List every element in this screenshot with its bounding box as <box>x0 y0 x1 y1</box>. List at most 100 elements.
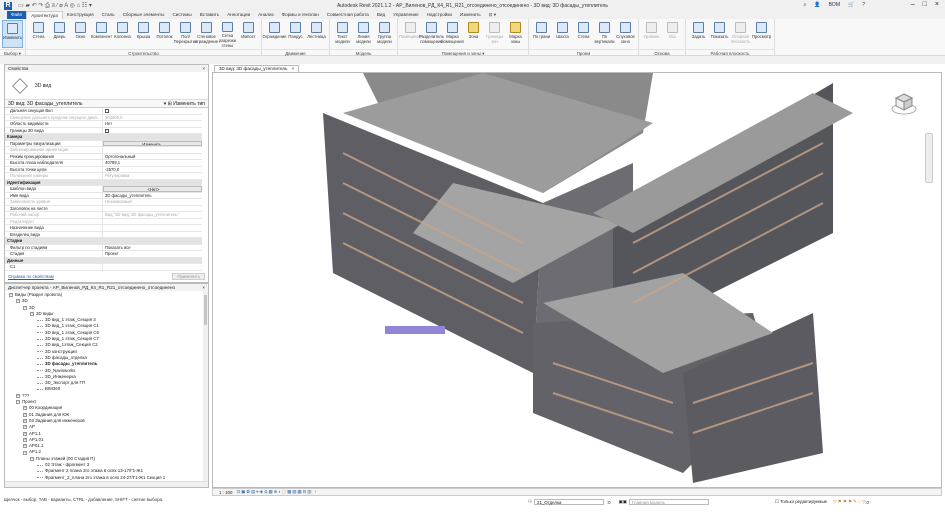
ribbon-button[interactable]: Стеновое ограждение <box>195 20 218 48</box>
tab-6[interactable]: Вставить <box>196 11 223 19</box>
ribbon-button[interactable]: Сетка разрезки стены <box>217 20 238 48</box>
tab-12[interactable]: Управление <box>389 11 423 19</box>
property-value[interactable]: Показать все <box>103 245 202 251</box>
collapse-icon[interactable]: − <box>16 400 20 405</box>
tab-11[interactable]: Вид <box>373 11 389 19</box>
ribbon-button[interactable]: Ограждение <box>263 20 287 48</box>
ribbon-button[interactable]: Опорная плоскость <box>730 20 751 48</box>
expand-icon[interactable]: + <box>23 437 27 442</box>
user-name[interactable]: BOM <box>829 2 840 8</box>
ribbon-button[interactable]: Марка зоны <box>505 20 526 48</box>
ribbon-button[interactable]: Шахта <box>552 20 573 48</box>
minimize-button[interactable]: – <box>911 1 915 8</box>
ribbon-button[interactable]: Линия модели <box>353 20 374 48</box>
ribbon-button[interactable]: Лестница <box>306 20 327 48</box>
ribbon-button[interactable]: Разделитель помещений <box>419 20 444 48</box>
properties-help-link[interactable]: Справка по свойствам <box>8 274 54 279</box>
ribbon-button[interactable]: Помещение <box>399 20 422 48</box>
property-value[interactable]: Независимый <box>103 199 202 205</box>
expand-icon[interactable]: + <box>23 425 27 430</box>
ribbon-button[interactable]: Зона <box>463 20 484 48</box>
expand-icon[interactable]: + <box>23 412 27 417</box>
selection-filter-icons[interactable]: ▽ ⚑ ⚑ ⚑ ✎ ○ ▽ <box>833 499 865 505</box>
property-value[interactable] <box>103 147 202 153</box>
tab-13[interactable]: Надстройки <box>423 11 456 19</box>
expand-icon[interactable]: + <box>23 444 27 449</box>
ribbon-button[interactable]: Пандус <box>285 20 306 48</box>
ribbon-button[interactable]: По грани <box>531 20 552 48</box>
property-value[interactable] <box>103 264 202 270</box>
quick-access-toolbar[interactable]: ▭ ▰ ↶ ↷ ⎙ ≡ ∕ ⌀ A ◎ ⌂ ☷ ▾ <box>18 2 92 10</box>
design-option-select[interactable]: Главная модель <box>628 499 709 505</box>
property-value[interactable]: -2570,0 <box>103 167 202 173</box>
tab-2[interactable]: Конструкция <box>63 11 98 19</box>
ribbon-button[interactable]: Группа модели <box>374 20 395 48</box>
ribbon-button[interactable]: Границы зон <box>484 20 505 48</box>
checkbox[interactable] <box>105 109 109 113</box>
collapse-icon[interactable]: − <box>30 312 34 317</box>
type-selector[interactable]: 3D вид <box>5 72 208 100</box>
ribbon-button[interactable]: Колонна <box>112 20 133 48</box>
tab-8[interactable]: Анализ <box>254 11 278 19</box>
close-button[interactable]: × <box>935 1 939 8</box>
ribbon-button[interactable]: Стена <box>573 20 594 48</box>
ribbon-button[interactable]: Текст модели <box>332 20 353 48</box>
ribbon-button[interactable]: Пол/Перекрытие <box>174 20 197 48</box>
expand-icon[interactable]: + <box>23 431 27 436</box>
ribbon-button[interactable]: Показать <box>709 20 730 48</box>
tab-15[interactable]: ⊡ ▾ <box>485 11 500 19</box>
navigation-bar[interactable] <box>925 133 933 183</box>
tab-4[interactable]: Сборные элементы <box>119 11 169 19</box>
view-scale[interactable]: 1 : 100 <box>219 490 232 495</box>
search-icon[interactable]: ⌕ <box>804 2 807 8</box>
expand-icon[interactable]: + <box>23 419 27 424</box>
property-value[interactable] <box>103 206 202 212</box>
expand-icon[interactable]: + <box>16 393 20 398</box>
ribbon-button[interactable]: По вертикали <box>594 20 615 48</box>
property-value[interactable]: <Нет> <box>103 186 202 192</box>
checkbox[interactable] <box>105 128 109 133</box>
collapse-icon[interactable]: − <box>23 305 27 310</box>
tab-10[interactable]: Совместная работа <box>323 11 373 19</box>
property-value[interactable]: Изменить... <box>103 140 202 146</box>
tab-14[interactable]: Изменить <box>456 11 485 19</box>
cart-icon[interactable]: 🛒 <box>848 2 854 8</box>
3d-viewport[interactable] <box>212 72 942 488</box>
ribbon-button[interactable]: Просмотр <box>751 20 772 48</box>
property-value[interactable] <box>103 225 202 231</box>
ribbon-button[interactable]: Стена <box>28 20 49 48</box>
close-icon[interactable]: × <box>202 65 205 72</box>
ribbon-button[interactable]: Потолок <box>154 20 175 48</box>
collapse-icon[interactable]: − <box>23 450 27 455</box>
property-value[interactable] <box>103 219 202 225</box>
tab-0[interactable]: Файл <box>7 11 27 19</box>
tab-9[interactable]: Формы и генплан <box>278 11 323 19</box>
property-value[interactable]: Регулировка <box>103 173 202 179</box>
ribbon-button[interactable]: Дверь <box>49 20 70 48</box>
tab-3d-view[interactable]: 3D вид: 3D фасады_утеплитель × <box>214 65 300 72</box>
ribbon-button[interactable]: Ось <box>662 20 683 48</box>
revit-logo[interactable]: R <box>4 1 12 10</box>
tab-7[interactable]: Аннотации <box>223 11 254 19</box>
horizontal-scrollbar[interactable] <box>5 481 208 487</box>
user-icon[interactable]: 👤 <box>814 2 820 8</box>
ribbon-button[interactable]: Окно <box>70 20 91 48</box>
close-icon[interactable]: × <box>202 284 205 291</box>
help-icon[interactable]: ? <box>862 2 865 8</box>
property-checkbox[interactable] <box>103 108 202 114</box>
property-value[interactable]: 40789,1 <box>103 160 202 166</box>
ribbon-button[interactable]: Импост <box>238 20 259 48</box>
expand-icon[interactable]: + <box>23 406 27 411</box>
user-area[interactable]: ⌕ 👤 BOM 🛒? <box>804 2 865 8</box>
ribbon-button[interactable]: Слуховое окно <box>615 20 636 48</box>
ribbon-button[interactable]: Уровень <box>641 20 662 48</box>
edit-type-button[interactable]: ▾ ⊞ Изменить тип <box>164 101 205 107</box>
view-control-icons[interactable]: ⊡▣✿▤⌖◈⛭▦⊕◐⬚▩▨▦⊟▥ ‹ <box>236 489 317 495</box>
property-value[interactable]: 304800,0 <box>103 115 202 121</box>
maximize-button[interactable]: □ <box>923 1 927 8</box>
ribbon-button[interactable]: Марка помещения <box>441 20 464 48</box>
property-value[interactable]: Вид "3D вид: 3D фасады_утеплитель" <box>103 212 202 218</box>
property-value[interactable]: Ортогональный <box>103 154 202 160</box>
view-cube[interactable] <box>891 91 917 117</box>
property-checkbox[interactable] <box>103 128 202 134</box>
